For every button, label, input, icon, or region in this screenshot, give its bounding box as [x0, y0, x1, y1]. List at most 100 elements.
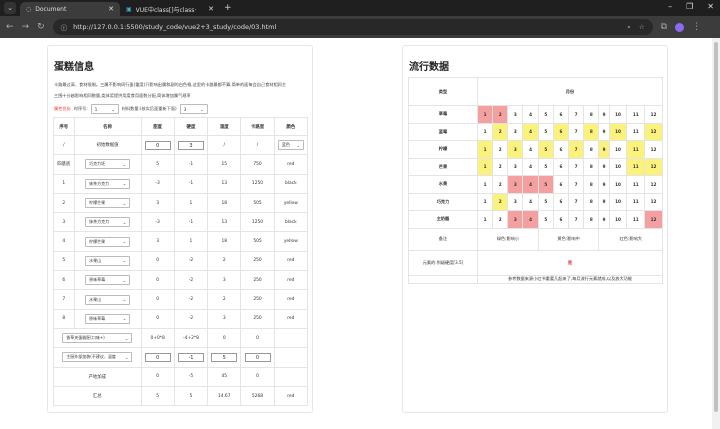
flavor-select[interactable]: 柠檬芒果 ⌄ — [85, 198, 131, 209]
table-cell: 0 — [240, 347, 275, 368]
flavor-select[interactable]: 水果山 ⌄ — [85, 294, 131, 305]
page-scrollbar[interactable] — [712, 38, 720, 429]
table-cell: 505 — [240, 231, 275, 252]
table-cell: 7 — [53, 289, 75, 310]
cell-value: red — [287, 393, 295, 399]
footer-note: 参考数据来源小红书重要几起来了,每月流行元素就成,以及放大功能 — [477, 274, 663, 284]
color-select[interactable]: 蓝色 ⌄ — [277, 140, 304, 151]
month-cell: 6 — [552, 175, 570, 194]
table-cell: / — [53, 134, 75, 156]
scrollbar-thumb[interactable] — [714, 42, 718, 412]
month-cell: 9 — [598, 140, 610, 159]
cell-value: -3 — [155, 181, 160, 187]
month-cell: 1 — [476, 210, 494, 229]
menu-icon[interactable]: ⋮ — [692, 22, 701, 32]
back-icon[interactable]: ← — [6, 22, 14, 32]
table-cell: -2 — [173, 270, 209, 291]
tab-search-button[interactable]: ⌄ — [4, 2, 16, 14]
table-cell: 5 — [173, 385, 209, 407]
trend-label: 草莓 — [408, 105, 478, 124]
close-tab-icon[interactable]: ✕ — [208, 5, 214, 13]
sweet-input[interactable]: 0 — [144, 140, 171, 150]
table-cell: 5 — [140, 154, 175, 175]
table-cell: 巧克力坯 ⌄ — [73, 154, 142, 175]
profile-avatar[interactable] — [675, 22, 685, 32]
table-cell: 0 — [207, 327, 242, 349]
chevron-down-icon: ⌄ — [122, 297, 127, 303]
cell-value: 18 — [221, 239, 228, 245]
site-info-icon[interactable]: ⓘ — [61, 22, 68, 32]
reload-icon[interactable]: ↻ — [37, 22, 45, 32]
chef-addon-select[interactable]: 主厨外部加装(不建议、温度 ⌄ — [62, 352, 133, 363]
maximize-icon[interactable]: ❐ — [686, 2, 693, 11]
select-value: 香草夹蛋糕胚(口味+) — [66, 335, 105, 341]
table-cell: 香草夹蛋糕胚(口味+) ⌄ — [53, 327, 142, 349]
hard-input[interactable]: 3 — [177, 140, 204, 150]
select-value: 抹茶方克力 — [89, 219, 110, 225]
cal-value: / — [256, 142, 259, 148]
select-value: 原味草莓 — [89, 315, 106, 321]
cell-value: 3 — [222, 277, 226, 283]
row-number: / — [63, 142, 65, 148]
month-cell: 1 — [476, 157, 494, 176]
addon-input[interactable]: 0 — [244, 352, 271, 362]
flavor-select[interactable]: 原味草莓 ⌄ — [85, 313, 131, 324]
month-cell: 11 — [626, 105, 646, 124]
forward-icon[interactable]: → — [22, 22, 30, 32]
month-cell: 10 — [608, 105, 628, 124]
order-select[interactable]: 1 ⌄ — [90, 104, 119, 114]
trend-label: 蓝莓 — [408, 122, 478, 141]
table-cell: -3 — [140, 173, 175, 194]
new-tab-button[interactable]: + — [224, 3, 232, 13]
cell-value: -1 — [188, 219, 194, 225]
table-cell: -4+2*8 — [173, 327, 209, 349]
flavor-select[interactable]: 巧克力坯 ⌄ — [85, 159, 131, 170]
flavor-select[interactable]: 柠檬芒果 ⌄ — [85, 236, 131, 247]
base-select[interactable]: 香草夹蛋糕胚(口味+) ⌄ — [62, 333, 133, 344]
table-row: 2 柠檬芒果 ⌄ 3 1 18 505 yellow — [53, 192, 309, 214]
table-row: 四基底 巧克力坯 ⌄ 5 -1 15 750 red — [53, 154, 309, 175]
addon-input[interactable]: 5 — [211, 352, 238, 362]
material-count-value: 3 — [183, 106, 187, 112]
month-cell: 4 — [522, 122, 539, 141]
zoom-icon[interactable]: ⌕ — [627, 23, 631, 32]
addon-input[interactable]: 0 — [144, 352, 171, 362]
cell-value: 13 — [221, 181, 228, 187]
addon-input[interactable]: -1 — [177, 352, 204, 362]
flavor-select[interactable]: 水果山 ⌄ — [85, 255, 131, 266]
chevron-down-icon: ⌄ — [124, 354, 129, 360]
cell-value: 1 — [189, 200, 193, 206]
table-row: 产地加成 0 -5 45 0 — [53, 366, 309, 387]
cell-value: 0 — [156, 258, 160, 264]
flavor-select[interactable]: 原味草莓 ⌄ — [85, 275, 131, 286]
month-cell: 3 — [507, 105, 524, 124]
table-cell: -1 — [173, 347, 209, 368]
tab-document[interactable]: ◌ Document ✕ — [20, 2, 120, 16]
extensions-icon[interactable]: ⧉ — [661, 22, 667, 32]
close-tab-icon[interactable]: ✕ — [108, 5, 114, 13]
bookmark-star-icon[interactable]: ☆ — [639, 23, 645, 32]
material-count-select[interactable]: 3 ⌄ — [179, 104, 208, 114]
cell-value: 15 — [221, 161, 228, 167]
address-bar[interactable]: ⓘ http://127.0.0.1:5500/study_code/vue2+3… — [52, 19, 653, 35]
close-window-icon[interactable]: ✕ — [707, 2, 714, 11]
trend-row: 芒果 1 2 3 4 5 6 7 8 9 10 11 12 — [408, 157, 663, 176]
trend-row: 草莓 1 2 3 4 5 6 7 8 9 10 11 12 — [408, 105, 663, 124]
flag-value: 是 — [477, 249, 663, 276]
table-cell: red — [273, 385, 309, 407]
table-cell: 汇总 — [53, 385, 142, 407]
cake-info-panel: 蛋糕信息 卡路最过高、食材限制。三属不影响同行蛋(重度)只影响出属和副的白色格,… — [47, 45, 313, 413]
row-number: 4 — [62, 239, 66, 245]
month-cell: 4 — [522, 140, 539, 159]
material-count-label: 材料数量:(核实后面重新下面) — [121, 106, 177, 111]
trend-title: 流行数据 — [409, 62, 449, 73]
tab-bilibili[interactable]: ▣VUE中class[]与class{} - 哔哩 ✕ — [120, 2, 220, 16]
month-cell: 6 — [552, 157, 570, 176]
month-cell: 9 — [598, 122, 610, 141]
table-cell: 5 — [53, 250, 75, 272]
flavor-select[interactable]: 抹茶方克力 ⌄ — [85, 217, 131, 228]
table-cell: 18 — [207, 192, 242, 214]
cell-value: -5 — [188, 374, 194, 380]
flavor-select[interactable]: 抹茶方克力 ⌄ — [85, 178, 131, 189]
minimize-icon[interactable]: – — [668, 2, 672, 11]
